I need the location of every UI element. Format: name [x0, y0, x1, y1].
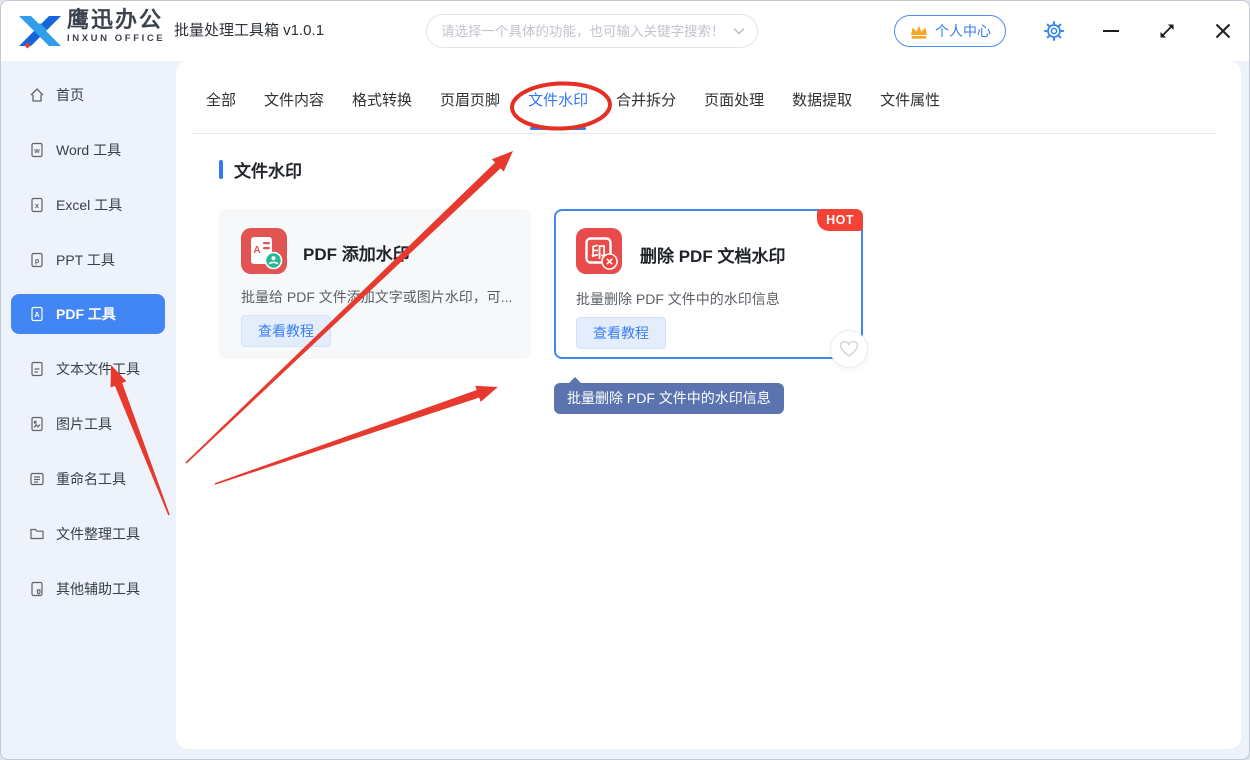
svg-text:p: p: [35, 258, 39, 265]
card-remove-pdf-watermark[interactable]: HOT 印 删除 PDF 文档水印 批量删除 PDF 文件中的水印信息 查看教程: [554, 209, 863, 359]
close-button[interactable]: [1205, 1, 1241, 61]
gear-icon: [1043, 20, 1065, 42]
sidebar-item-home[interactable]: 首页: [11, 75, 165, 115]
rename-list-icon: [29, 471, 45, 487]
sidebar-item-label: 文本文件工具: [56, 359, 140, 379]
heart-icon: [839, 340, 859, 358]
category-tabs: 全部 文件内容 格式转换 页眉页脚 文件水印 合并拆分 页面处理 数据提取 文件…: [206, 89, 940, 114]
section-header: 文件水印: [219, 157, 302, 182]
tab-file-attributes[interactable]: 文件属性: [880, 89, 940, 114]
svg-text:A: A: [253, 245, 260, 256]
sidebar-item-label: 其他辅助工具: [56, 579, 140, 599]
close-icon: [1213, 21, 1233, 41]
excel-doc-icon: x: [29, 197, 45, 213]
tab-file-content[interactable]: 文件内容: [264, 89, 324, 114]
tab-format-convert[interactable]: 格式转换: [352, 89, 412, 114]
brand-name-cn: 鹰迅办公: [67, 9, 165, 31]
doc-shield-icon: [29, 581, 45, 597]
image-doc-icon: [29, 416, 45, 432]
sidebar-item-rename-tools[interactable]: 重命名工具: [11, 459, 165, 499]
tab-data-extract[interactable]: 数据提取: [792, 89, 852, 114]
svg-text:x: x: [35, 203, 39, 210]
sidebar-item-word-tools[interactable]: w Word 工具: [11, 130, 165, 170]
card-title: PDF 添加水印: [303, 240, 410, 265]
text-doc-icon: [29, 361, 45, 377]
personal-center-label: 个人中心: [935, 21, 991, 41]
folder-icon: [29, 526, 45, 542]
brand-name-en: INXUN OFFICE: [67, 34, 165, 44]
app-window: 鹰迅办公 INXUN OFFICE 批量处理工具箱 v1.0.1 个人中心: [0, 0, 1250, 760]
chevron-down-icon[interactable]: [733, 27, 745, 35]
card-description: 批量删除 PDF 文件中的水印信息: [576, 289, 848, 309]
sidebar-item-label: PDF 工具: [56, 304, 116, 324]
tab-page-process[interactable]: 页面处理: [704, 89, 764, 114]
function-search-combobox[interactable]: [426, 14, 758, 48]
tab-header-footer[interactable]: 页眉页脚: [440, 89, 500, 114]
search-input[interactable]: [441, 24, 727, 39]
brand-logo-icon: [17, 12, 63, 50]
tab-all[interactable]: 全部: [206, 89, 236, 114]
section-title: 文件水印: [234, 157, 302, 182]
pdf-add-watermark-icon: A: [241, 228, 287, 274]
sidebar-item-label: 文件整理工具: [56, 524, 140, 544]
maximize-restore-button[interactable]: [1149, 1, 1185, 61]
sidebar-item-file-organize-tools[interactable]: 文件整理工具: [11, 514, 165, 554]
tooltip: 批量删除 PDF 文件中的水印信息: [554, 383, 784, 414]
view-tutorial-button[interactable]: 查看教程: [241, 315, 331, 347]
sidebar-item-label: 首页: [56, 85, 84, 105]
sidebar-item-label: PPT 工具: [56, 250, 115, 270]
sidebar-item-label: 重命名工具: [56, 469, 126, 489]
title-bar: 鹰迅办公 INXUN OFFICE 批量处理工具箱 v1.0.1 个人中心: [1, 1, 1250, 61]
app-title: 批量处理工具箱 v1.0.1: [174, 1, 324, 61]
favorite-button[interactable]: [830, 330, 868, 368]
home-icon: [29, 87, 45, 103]
minimize-icon: [1101, 21, 1121, 41]
remove-watermark-icon: 印: [576, 228, 622, 274]
view-tutorial-button[interactable]: 查看教程: [576, 317, 666, 349]
sidebar-item-other-tools[interactable]: 其他辅助工具: [11, 569, 165, 609]
tabs-divider: [191, 133, 1217, 134]
sidebar-item-text-file-tools[interactable]: 文本文件工具: [11, 349, 165, 389]
resize-diagonal-icon: [1157, 21, 1177, 41]
brand-name: 鹰迅办公 INXUN OFFICE: [67, 9, 165, 44]
tab-file-watermark[interactable]: 文件水印: [528, 89, 588, 114]
sidebar-item-image-tools[interactable]: 图片工具: [11, 404, 165, 444]
svg-text:A: A: [34, 312, 39, 319]
sidebar-item-label: Excel 工具: [56, 195, 122, 215]
section-accent-bar: [219, 160, 223, 179]
sidebar: 首页 w Word 工具 x Excel 工具 p PPT 工具 A PDF 工…: [1, 61, 176, 760]
pdf-doc-icon: A: [29, 306, 45, 322]
sidebar-item-label: 图片工具: [56, 414, 112, 434]
personal-center-button[interactable]: 个人中心: [894, 15, 1006, 47]
word-doc-icon: w: [29, 142, 45, 158]
card-title: 删除 PDF 文档水印: [640, 242, 785, 267]
tab-merge-split[interactable]: 合并拆分: [616, 89, 676, 114]
minimize-button[interactable]: [1093, 1, 1129, 61]
svg-text:w: w: [33, 148, 40, 155]
sidebar-item-label: Word 工具: [56, 140, 121, 160]
settings-button[interactable]: [1036, 1, 1072, 61]
sidebar-item-excel-tools[interactable]: x Excel 工具: [11, 185, 165, 225]
crown-icon: [909, 23, 929, 40]
card-description: 批量给 PDF 文件添加文字或图片水印，可...: [241, 287, 513, 307]
sidebar-item-pdf-tools[interactable]: A PDF 工具: [11, 294, 165, 334]
sidebar-item-ppt-tools[interactable]: p PPT 工具: [11, 240, 165, 280]
main-panel: 全部 文件内容 格式转换 页眉页脚 文件水印 合并拆分 页面处理 数据提取 文件…: [176, 61, 1241, 749]
ppt-doc-icon: p: [29, 252, 45, 268]
card-pdf-add-watermark[interactable]: A PDF 添加水印 批量给 PDF 文件添加文字或图片水印，可... 查看教程: [219, 209, 531, 359]
hot-badge: HOT: [817, 209, 863, 231]
